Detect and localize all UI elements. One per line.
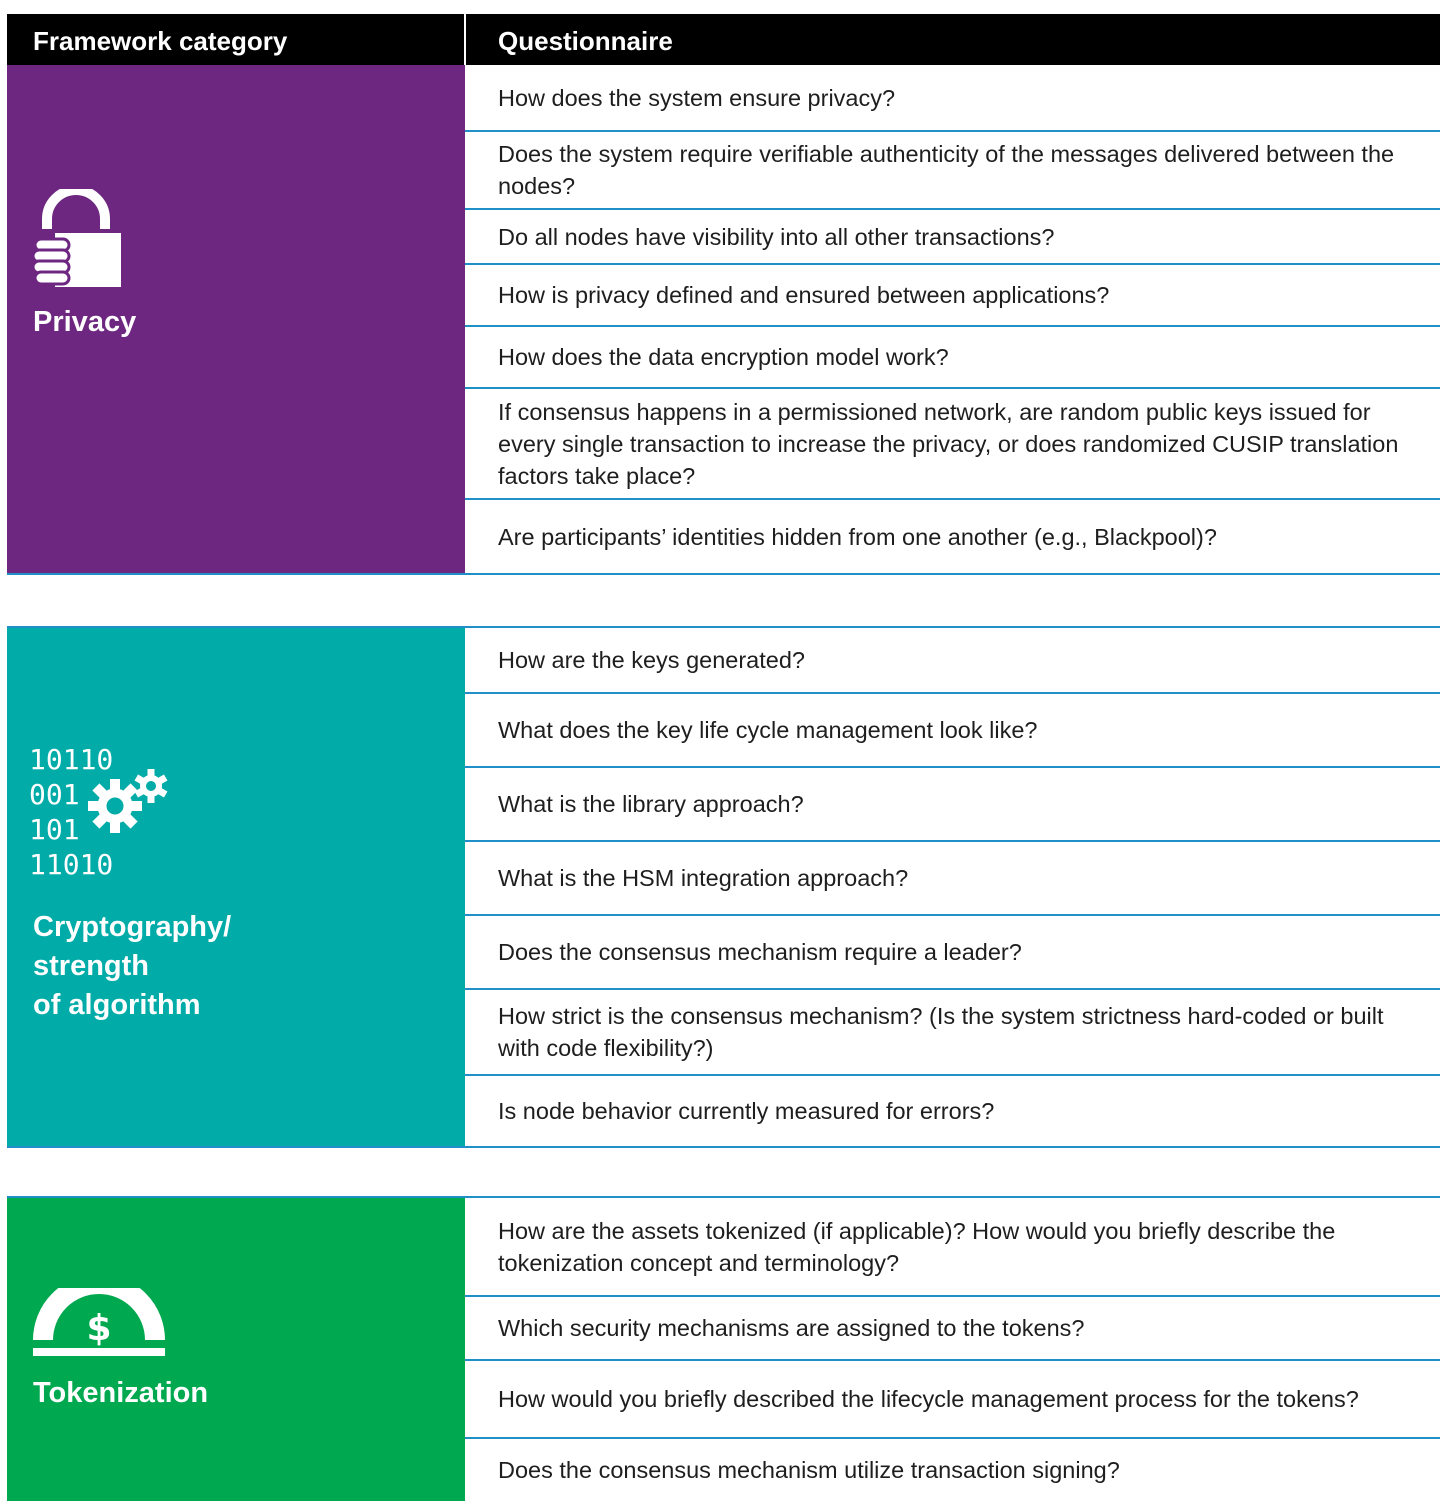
question-row: Does the system require verifiable authe…: [465, 132, 1440, 210]
question-row: How is privacy defined and ensured betwe…: [465, 265, 1440, 327]
header-framework-category: Framework category: [33, 26, 288, 56]
category-title-tokenization: Tokenization: [33, 1377, 209, 1409]
question-row: How would you briefly described the life…: [465, 1361, 1440, 1439]
category-panel-privacy: Privacy: [7, 65, 465, 573]
question-row: Do all nodes have visibility into all ot…: [465, 210, 1440, 265]
section-privacy: Privacy How does the system ensure priva…: [7, 65, 1440, 575]
table-header: Framework category Questionnaire: [7, 14, 1440, 65]
questions-tokenization: How are the assets tokenized (if applica…: [465, 1198, 1440, 1501]
category-panel-tokenization: $ Tokenization: [7, 1198, 465, 1501]
category-title-line: strength: [33, 950, 149, 982]
question-row: Are participants’ identities hidden from…: [498, 523, 1217, 550]
question-row: If consensus happens in a permissioned n…: [465, 389, 1440, 500]
padlock-hand-icon: [31, 189, 121, 287]
question-row: What is the library approach?: [465, 768, 1440, 842]
header-questionnaire: Questionnaire: [498, 26, 673, 56]
header-divider: [464, 14, 466, 65]
section-cryptography: 10110 001 101 11010 Cryptography/ streng…: [7, 626, 1440, 1148]
question-row: How are the assets tokenized (if applica…: [465, 1198, 1440, 1297]
question-row: How strict is the consensus mechanism? (…: [465, 990, 1440, 1076]
question-row: Is node behavior currently measured for …: [498, 1098, 995, 1124]
question-row: How does the data encryption model work?: [465, 327, 1440, 389]
questions-cryptography: How are the keys generated? What does th…: [465, 628, 1440, 1146]
questions-privacy: How does the system ensure privacy? Does…: [465, 65, 1440, 573]
category-title-cryptography: Cryptography/ strength of algorithm: [33, 908, 231, 1025]
section-tokenization: $ Tokenization How are the assets tokeni…: [7, 1196, 1440, 1501]
svg-text:$: $: [86, 1308, 111, 1349]
category-panel-cryptography: 10110 001 101 11010 Cryptography/ streng…: [7, 628, 465, 1146]
category-title-privacy: Privacy: [33, 306, 137, 338]
question-row: How does the system ensure privacy?: [465, 65, 1440, 132]
category-title-line: of algorithm: [33, 989, 201, 1021]
question-row: Which security mechanisms are assigned t…: [465, 1297, 1440, 1361]
question-row: How are the keys generated?: [465, 628, 1440, 694]
dollar-token-icon: $: [33, 1288, 165, 1356]
category-title-line: Cryptography/: [33, 911, 232, 943]
question-row: Does the consensus mechanism utilize tra…: [498, 1457, 1120, 1483]
binary-line: 11010: [29, 848, 114, 881]
question-row: What is the HSM integration approach?: [465, 842, 1440, 916]
question-row: Does the consensus mechanism require a l…: [465, 916, 1440, 990]
gears-icon: [88, 769, 168, 833]
question-row: What does the key life cycle management …: [465, 694, 1440, 768]
